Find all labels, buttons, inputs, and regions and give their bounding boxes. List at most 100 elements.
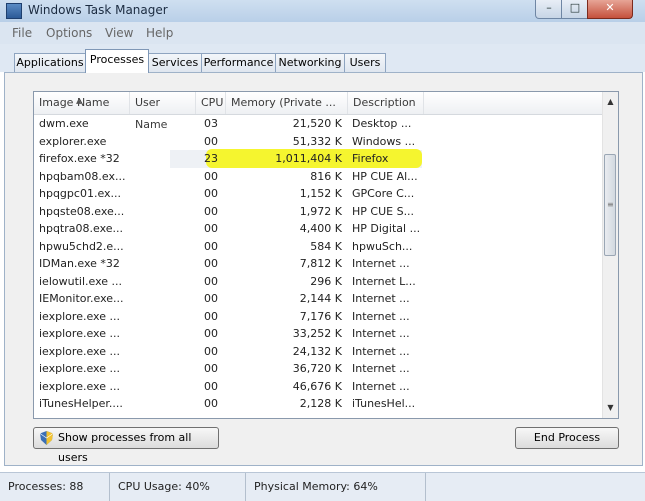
cell-memory: 1,972 K [299, 204, 342, 218]
scroll-up-arrow-icon[interactable]: ▲ [603, 94, 618, 110]
tab-performance[interactable]: Performance [201, 53, 276, 72]
menu-view[interactable]: View [105, 26, 133, 40]
cell-cpu: 00 [204, 274, 218, 288]
table-row[interactable]: iexplore.exe ... 00 7,176 K Internet ... [34, 308, 602, 326]
cell-memory: 584 K [310, 239, 342, 253]
table-row[interactable]: iTunesHelper.... 00 2,128 K iTunesHel... [34, 395, 602, 413]
title-bar: Windows Task Manager – □ ✕ [0, 0, 645, 22]
status-processes: Processes: 88 [0, 473, 110, 501]
cell-description: Firefox [352, 152, 389, 165]
column-memory[interactable]: Memory (Private ... [226, 92, 348, 114]
cell-cpu: 00 [204, 327, 218, 340]
menu-options[interactable]: Options [46, 26, 92, 40]
cell-cpu: 00 [204, 362, 218, 375]
table-row-selected[interactable]: firefox.exe *32 23 1,011,404 K Firefox [34, 149, 602, 168]
cell-description: Internet ... [352, 362, 410, 375]
cell-image-name: iTunesHelper.... [39, 397, 123, 410]
cell-image-name: ielowutil.exe ... [39, 274, 122, 288]
cell-user-name [131, 168, 193, 186]
cell-cpu: 00 [204, 257, 218, 270]
cell-description: Desktop ... [352, 117, 412, 130]
tab-services[interactable]: Services [148, 53, 202, 72]
table-row[interactable]: iexplore.exe ... 00 46,676 K Internet ..… [34, 378, 602, 396]
table-row[interactable]: hpqste08.exe... 00 1,972 K HP CUE S... [34, 203, 602, 221]
cell-memory: 816 K [310, 169, 342, 183]
cell-image-name: hpqtra08.exe... [39, 222, 124, 235]
sort-ascending-icon: ▲ [76, 97, 82, 105]
cell-description: Internet ... [352, 327, 410, 340]
cell-description: Windows ... [352, 134, 416, 148]
column-image-name[interactable]: ▲ Image Name [34, 92, 130, 114]
table-row[interactable]: explorer.exe 00 51,332 K Windows ... [34, 133, 602, 151]
show-all-processes-button[interactable]: Show processes from all users [33, 427, 219, 464]
cell-memory: 24,132 K [292, 344, 342, 358]
cell-cpu: 03 [204, 117, 218, 130]
cell-user-name [131, 378, 193, 396]
process-rows: dwm.exe 03 21,520 K Desktop ... explorer… [34, 115, 602, 413]
cell-image-name: iexplore.exe ... [39, 362, 120, 375]
cell-description: iTunesHel... [352, 397, 416, 410]
cell-description: Internet ... [352, 309, 410, 323]
cell-description: HP Digital ... [352, 222, 421, 235]
cell-memory: 21,520 K [292, 117, 342, 130]
maximize-button[interactable]: □ [561, 0, 589, 19]
menu-file[interactable]: File [12, 26, 32, 40]
table-row[interactable]: hpwu5chd2.e... 00 584 K hpwuSch... [34, 238, 602, 256]
menu-help[interactable]: Help [146, 26, 173, 40]
table-row[interactable]: iexplore.exe ... 00 36,720 K Internet ..… [34, 360, 602, 378]
cell-user-name [131, 203, 193, 221]
end-process-button[interactable]: End Process [515, 427, 619, 449]
cell-user-name [131, 133, 193, 151]
cell-image-name: iexplore.exe ... [39, 309, 120, 323]
cell-memory: 33,252 K [292, 327, 342, 340]
table-row[interactable]: hpqtra08.exe... 00 4,400 K HP Digital ..… [34, 220, 602, 238]
processes-panel: ▲ Image Name User Name CPU Memory (Priva… [4, 72, 643, 466]
table-row[interactable]: hpqgpc01.ex... 00 1,152 K GPCore C... [34, 185, 602, 203]
cell-cpu: 00 [204, 187, 218, 200]
table-row[interactable]: hpqbam08.ex... 00 816 K HP CUE Al... [34, 168, 602, 186]
cell-image-name: hpqbam08.ex... [39, 169, 126, 183]
menu-bar: File Options View Help [0, 22, 645, 45]
shield-icon [40, 431, 53, 445]
cell-memory: 51,332 K [292, 134, 342, 148]
column-image-name-label: Image Name [39, 96, 110, 109]
cell-cpu: 00 [204, 169, 218, 183]
cell-description: hpwuSch... [352, 239, 413, 253]
cell-user-name [131, 150, 193, 168]
cell-user-name [131, 360, 193, 378]
table-row[interactable]: dwm.exe 03 21,520 K Desktop ... [34, 115, 602, 133]
minimize-button[interactable]: – [535, 0, 563, 19]
cell-image-name: explorer.exe [39, 134, 107, 148]
cell-memory: 36,720 K [292, 362, 342, 375]
close-button[interactable]: ✕ [587, 0, 633, 19]
column-description[interactable]: Description [348, 92, 424, 114]
table-row[interactable]: IEMonitor.exe... 00 2,144 K Internet ... [34, 290, 602, 308]
cell-cpu: 00 [204, 292, 218, 305]
scrollbar-thumb[interactable]: ≡ [604, 154, 616, 256]
cell-image-name: firefox.exe *32 [39, 152, 120, 165]
status-bar: Processes: 88 CPU Usage: 40% Physical Me… [0, 472, 645, 501]
cell-user-name [131, 220, 193, 238]
grip-icon: ≡ [607, 200, 614, 209]
cell-description: Internet L... [352, 274, 416, 288]
table-row[interactable]: iexplore.exe ... 00 24,132 K Internet ..… [34, 343, 602, 361]
cell-description: HP CUE Al... [352, 169, 418, 183]
cell-user-name [131, 308, 193, 326]
column-cpu[interactable]: CPU [196, 92, 226, 114]
cell-description: GPCore C... [352, 187, 415, 200]
table-row[interactable]: IDMan.exe *32 00 7,812 K Internet ... [34, 255, 602, 273]
tab-applications[interactable]: Applications [14, 53, 86, 72]
table-row[interactable]: iexplore.exe ... 00 33,252 K Internet ..… [34, 325, 602, 343]
cell-memory: 46,676 K [292, 379, 342, 393]
cell-memory: 2,144 K [299, 292, 342, 305]
scroll-down-arrow-icon[interactable]: ▼ [603, 400, 618, 416]
tab-processes[interactable]: Processes [85, 49, 149, 73]
tab-networking[interactable]: Networking [275, 53, 345, 72]
cell-image-name: iexplore.exe ... [39, 327, 120, 340]
vertical-scrollbar[interactable]: ▲ ≡ ▼ [602, 92, 618, 418]
process-list[interactable]: ▲ Image Name User Name CPU Memory (Priva… [33, 91, 619, 419]
table-row[interactable]: ielowutil.exe ... 00 296 K Internet L... [34, 273, 602, 291]
cell-user-name [131, 185, 193, 203]
column-user-name[interactable]: User Name [130, 92, 196, 131]
tab-users[interactable]: Users [344, 53, 386, 72]
